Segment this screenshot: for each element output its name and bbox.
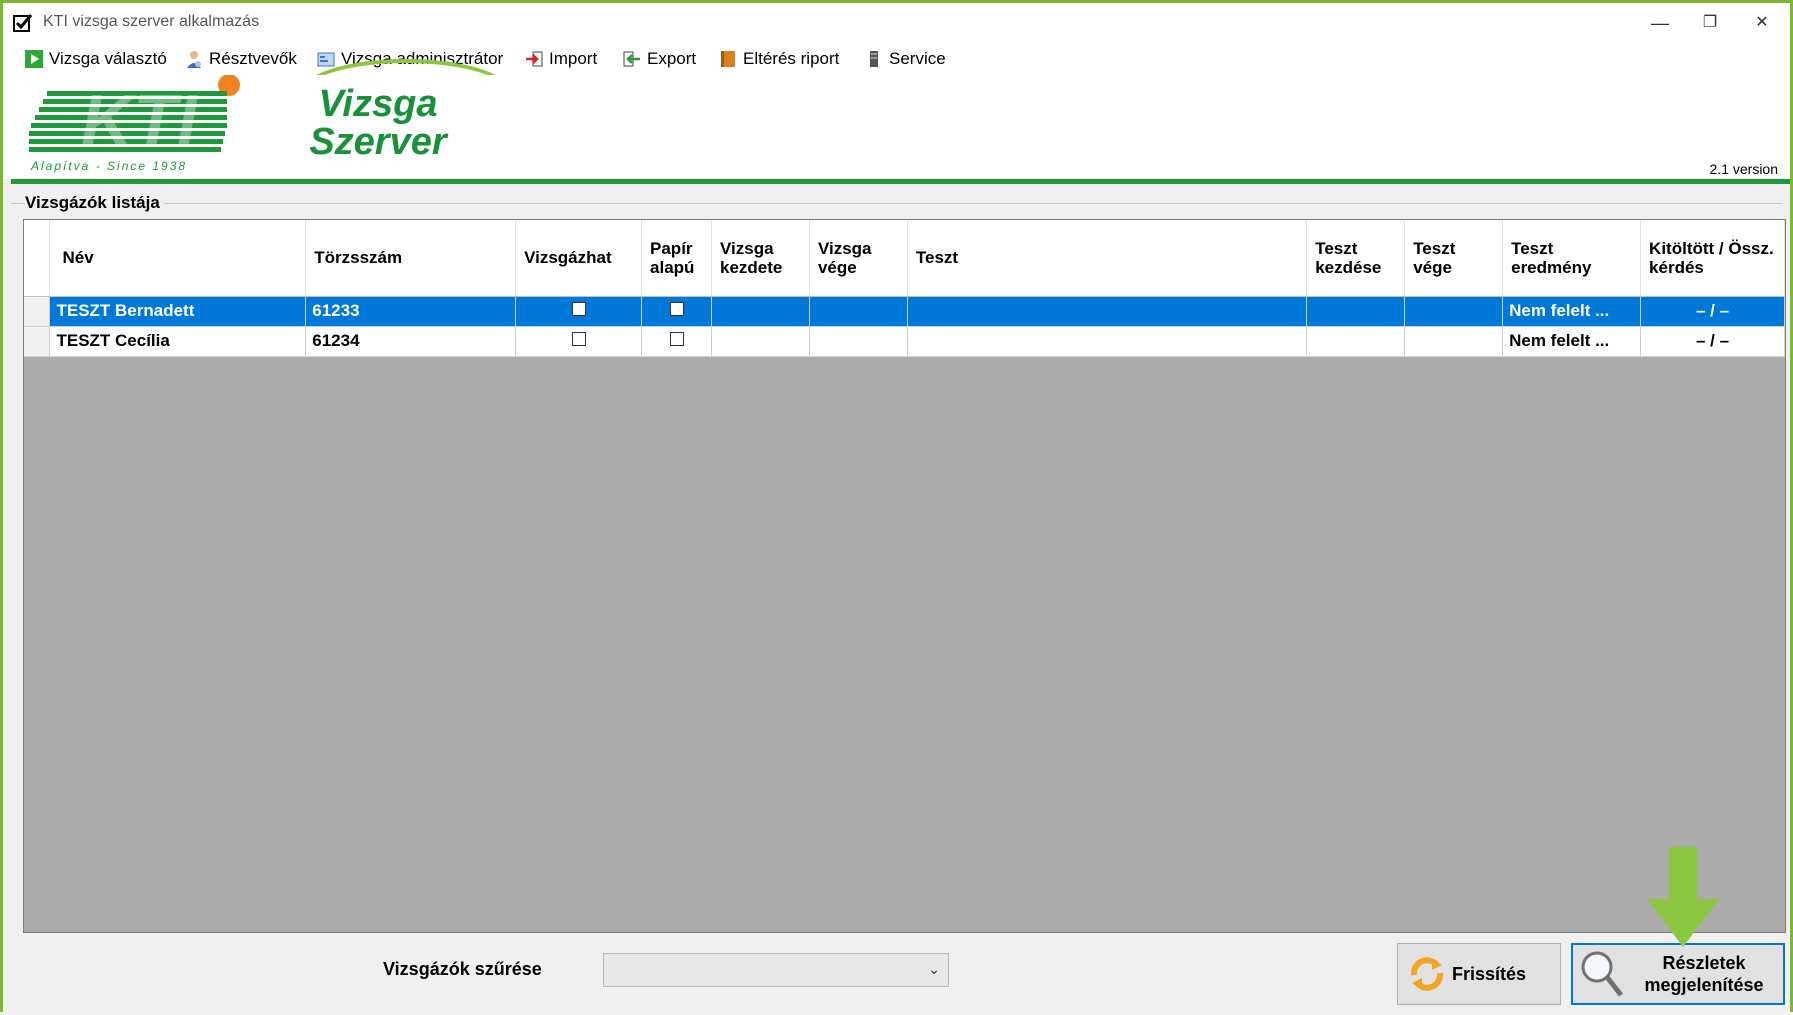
col-header-torzsszam[interactable]: Törzsszám — [305, 220, 517, 297]
cell-test-end[interactable] — [1404, 296, 1504, 327]
menu-label: Service — [889, 49, 946, 68]
row-header-corner — [24, 220, 51, 297]
cell-exam-end[interactable] — [809, 326, 908, 357]
vizsgazhat-checkbox[interactable] — [571, 302, 586, 316]
menu-elteres-riport[interactable]: Eltérés riport — [719, 47, 839, 71]
header-row: Név Törzsszám Vizsgázhat Papír alapú Viz… — [24, 220, 1785, 297]
menu-export[interactable]: Export — [623, 47, 696, 71]
table-row[interactable]: TESZT Cecília 61234 Nem felelt ... – / – — [24, 326, 1785, 357]
refresh-button[interactable]: Frissítés — [1397, 943, 1561, 1005]
import-icon — [526, 51, 543, 67]
restore-button[interactable]: ❐ — [1690, 9, 1730, 37]
col-header-vizsga-kezdete[interactable]: Vizsga kezdete — [711, 220, 810, 297]
menu-vizsga-valaszto[interactable]: Vizsga választó — [25, 47, 167, 71]
col-header-papir-alapu[interactable]: Papír alapú — [641, 220, 712, 297]
checkbox-app-icon — [13, 14, 33, 32]
cell-can-exam[interactable] — [515, 296, 643, 327]
play-icon — [25, 50, 43, 68]
cell-filled[interactable]: – / – — [1640, 296, 1785, 327]
details-button[interactable]: Részletek megjelenítése — [1571, 943, 1785, 1005]
menu-label: Résztvevők — [209, 49, 297, 68]
menu-service[interactable]: Service — [865, 47, 946, 71]
close-button[interactable]: ✕ — [1742, 9, 1782, 37]
details-label: Részletek megjelenítése — [1625, 952, 1783, 996]
cell-can-exam[interactable] — [515, 326, 643, 357]
vizsgazhat-checkbox[interactable] — [571, 332, 586, 346]
refresh-label: Frissítés — [1452, 963, 1527, 984]
cell-id[interactable]: 61234 — [305, 326, 517, 357]
filter-label: Vizsgázók szűrése — [383, 959, 542, 979]
book-icon — [721, 51, 735, 67]
cell-paper[interactable] — [641, 296, 712, 327]
refresh-icon — [1410, 957, 1444, 991]
menu-vizsga-adminisztrator[interactable]: Vizsga adminisztrátor — [317, 47, 503, 71]
menu-bar: Vizsga választó Résztvevők Vizsga admini… — [3, 41, 1790, 129]
details-label-line1: Részletek — [1662, 953, 1746, 973]
papir-alapu-checkbox[interactable] — [669, 332, 684, 346]
cell-test-start[interactable] — [1306, 326, 1406, 357]
logo-tagline: Alapítva - Since 1938 — [30, 159, 187, 173]
title-bar: KTI vizsga szerver alkalmazás — ❐ ✕ — [3, 3, 1790, 43]
col-header-vizsgazhat[interactable]: Vizsgázhat — [515, 220, 643, 297]
cell-test-start[interactable] — [1306, 296, 1406, 327]
menu-label: Vizsga adminisztrátor — [341, 49, 504, 68]
menu-label: Vizsga választó — [49, 49, 167, 68]
cell-exam-start[interactable] — [711, 326, 810, 357]
col-header-nev[interactable]: Név — [49, 220, 307, 297]
magnifier-icon — [1581, 951, 1623, 997]
menu-label: Eltérés riport — [743, 49, 840, 68]
chevron-down-icon[interactable]: ⌄ — [928, 961, 940, 978]
banner-divider — [11, 179, 1790, 184]
cell-test[interactable] — [907, 326, 1308, 357]
logo-text: KTI — [81, 81, 199, 161]
details-label-line2: megjelenítése — [1644, 975, 1764, 995]
cell-paper[interactable] — [641, 326, 712, 357]
app-title: Vizsga Szerver — [303, 85, 453, 161]
cell-exam-start[interactable] — [711, 296, 810, 327]
cell-filled[interactable]: – / – — [1640, 326, 1785, 357]
app-title-line2: Szerver — [309, 121, 447, 163]
cell-name[interactable]: TESZT Bernadett — [49, 296, 307, 327]
groupbox-border — [11, 203, 1782, 204]
col-header-teszt[interactable]: Teszt — [907, 220, 1308, 297]
minimize-button[interactable]: — — [1640, 9, 1680, 37]
col-header-teszt-vege[interactable]: Teszt vége — [1404, 220, 1504, 297]
cell-test-end[interactable] — [1404, 326, 1504, 357]
examinee-grid[interactable]: Név Törzsszám Vizsgázhat Papír alapú Viz… — [23, 219, 1786, 933]
cell-id[interactable]: 61233 — [305, 296, 517, 327]
cell-result[interactable]: Nem felelt ... — [1502, 296, 1642, 327]
row-header[interactable] — [24, 296, 51, 327]
col-header-teszt-kezdese[interactable]: Teszt kezdése — [1306, 220, 1406, 297]
col-header-kitoltott[interactable]: Kitöltött / Össz. kérdés — [1640, 220, 1785, 297]
cell-result[interactable]: Nem felelt ... — [1502, 326, 1642, 357]
table-row[interactable]: TESZT Bernadett 61233 Nem felelt ... – /… — [24, 296, 1785, 327]
banner — [3, 75, 1790, 179]
app-window: KTI vizsga szerver alkalmazás — ❐ ✕ Vizs… — [0, 0, 1793, 1015]
menu-label: Import — [549, 49, 598, 68]
menu-label: Export — [647, 49, 697, 68]
col-header-vizsga-vege[interactable]: Vizsga vége — [809, 220, 908, 297]
service-icon — [870, 51, 878, 67]
menu-import[interactable]: Import — [525, 47, 597, 71]
person-icon — [187, 51, 201, 68]
list-title: Vizsgázók listája — [25, 193, 164, 213]
cell-test[interactable] — [907, 296, 1308, 327]
admin-icon — [317, 52, 335, 67]
cell-name[interactable]: TESZT Cecília — [49, 326, 307, 357]
window-title: KTI vizsga szerver alkalmazás — [43, 13, 260, 30]
filter-dropdown[interactable]: ⌄ — [603, 953, 949, 987]
export-icon — [623, 51, 640, 67]
version-label: 2.1 version — [1709, 161, 1778, 177]
papir-alapu-checkbox[interactable] — [669, 302, 684, 316]
examinee-table: Név Törzsszám Vizsgázhat Papír alapú Viz… — [24, 220, 1785, 357]
col-header-teszt-eredmeny[interactable]: Teszt eredmény — [1502, 220, 1642, 297]
cell-exam-end[interactable] — [809, 296, 908, 327]
menu-resztvevok[interactable]: Résztvevők — [185, 47, 297, 71]
app-title-line1: Vizsga — [318, 83, 438, 125]
kti-logo: KTI Alapítva - Since 1938 — [29, 75, 240, 173]
row-header[interactable] — [24, 326, 51, 357]
